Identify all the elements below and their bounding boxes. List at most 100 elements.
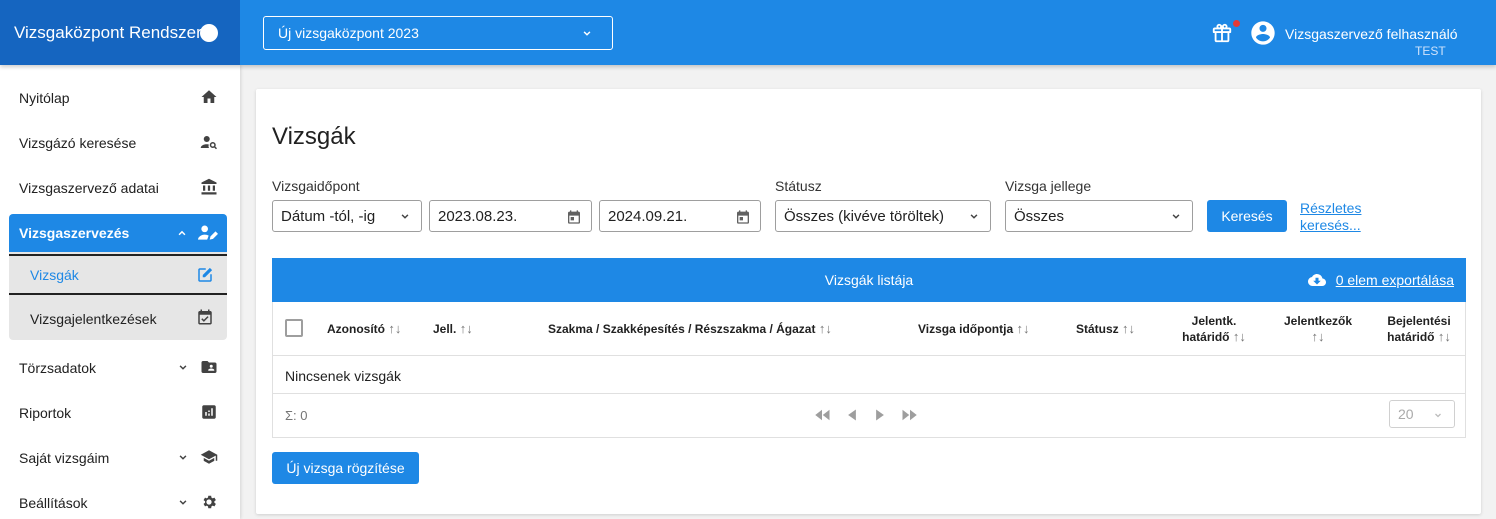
sidebar-item-organizer-data[interactable]: Vizsgaszervező adatai	[0, 165, 240, 210]
sidebar-toggle-icon[interactable]	[200, 24, 218, 42]
sidebar-item-label: Törzsadatok	[19, 359, 97, 376]
folder-person-icon	[201, 361, 217, 373]
sidebar-item-label: Riportok	[19, 404, 72, 421]
sidebar-item-candidate-search[interactable]: Vizsgázó keresése	[0, 120, 240, 165]
person-search-icon	[200, 136, 218, 150]
page-title: Vizsgák	[272, 123, 356, 150]
bank-icon	[201, 178, 217, 195]
table-footer: Σ: 0 20	[273, 394, 1465, 436]
report-icon	[202, 405, 216, 419]
sidebar-item-master-data[interactable]: Törzsadatok	[0, 345, 240, 390]
gift-icon[interactable]	[1211, 22, 1233, 44]
cloud-download-icon	[1307, 274, 1326, 286]
export-link[interactable]: 0 elem exportálása	[1306, 271, 1454, 289]
column-header-exam-date[interactable]: Vizsga időpontja ↑↓	[918, 321, 1029, 337]
home-icon	[201, 90, 217, 103]
sidebar-item-label: Vizsgaszervezés	[19, 225, 130, 241]
column-header-applicants[interactable]: Jelentkezők ↑↓	[1273, 314, 1363, 345]
edit-square-icon	[198, 267, 213, 282]
chevron-down-icon	[401, 214, 409, 219]
sidebar-item-label: Vizsgaszervező adatai	[19, 179, 159, 196]
status-filter-label: Státusz	[775, 178, 822, 194]
sort-icon: ↑↓	[818, 321, 832, 336]
exam-list-header: Vizsgák listája 0 elem exportálása	[272, 258, 1466, 302]
previous-page-icon[interactable]	[845, 408, 859, 422]
next-page-icon[interactable]	[873, 408, 887, 422]
column-header-registration-deadline[interactable]: Jelentk. határidő ↑↓	[1163, 314, 1265, 345]
exam-center-select[interactable]: Új vizsgaközpont 2023	[263, 16, 613, 50]
date-to-value: 2024.09.21.	[608, 207, 688, 225]
chevron-down-icon	[179, 365, 187, 370]
total-count: Σ: 0	[285, 408, 308, 423]
calendar-icon[interactable]	[735, 209, 751, 225]
sidebar-subitem-label: Vizsgajelentkezések	[30, 310, 157, 327]
sidebar-subitem-exams[interactable]: Vizsgák	[9, 254, 227, 295]
advanced-search-line2: keresés...	[1300, 217, 1361, 233]
date-to-field[interactable]: 2024.09.21.	[599, 200, 761, 232]
sidebar-item-label: Saját vizsgáim	[19, 449, 110, 466]
sidebar-submenu: Vizsgák Vizsgajelentkezések	[9, 252, 227, 340]
user-role: TEST	[1415, 44, 1446, 58]
empty-message: Nincsenek vizsgák	[285, 368, 401, 384]
status-select[interactable]: Összes (kivéve töröltek)	[775, 200, 991, 232]
exam-type-select[interactable]: Összes	[1005, 200, 1193, 232]
sidebar-item-exam-organization[interactable]: Vizsgaszervezés	[9, 214, 227, 252]
column-header-type[interactable]: Jell. ↑↓	[433, 321, 473, 337]
chevron-down-icon	[1435, 413, 1441, 418]
date-filter-label: Vizsgaidőpont	[272, 178, 360, 194]
sidebar-subitem-registrations[interactable]: Vizsgajelentkezések	[9, 298, 227, 339]
export-label: 0 elem exportálása	[1335, 272, 1454, 288]
top-bar: Vizsgaközpont Rendszer Új vizsgaközpont …	[0, 0, 1496, 65]
advanced-search-line1: Részletes	[1300, 200, 1362, 216]
gear-icon	[203, 495, 216, 509]
sidebar-subitem-label: Vizsgák	[30, 266, 79, 283]
exam-table: Azonosító ↑↓ Jell. ↑↓ Szakma / Szakképes…	[272, 302, 1466, 438]
sort-icon: ↑↓	[1122, 321, 1136, 336]
new-exam-button[interactable]: Új vizsga rögzítése	[272, 452, 419, 484]
exam-type-value: Összes	[1014, 207, 1065, 225]
brand[interactable]: Vizsgaközpont Rendszer	[0, 0, 240, 65]
exam-center-value: Új vizsgaközpont 2023	[278, 25, 419, 41]
chevron-down-icon	[179, 455, 187, 460]
sidebar-item-my-exams[interactable]: Saját vizsgáim	[0, 435, 240, 480]
sidebar-item-reports[interactable]: Riportok	[0, 390, 240, 435]
notification-badge	[1233, 20, 1240, 27]
chevron-down-icon	[1172, 214, 1180, 219]
page-size-value: 20	[1398, 406, 1414, 422]
account-circle-icon[interactable]	[1249, 19, 1277, 47]
chevron-down-icon	[179, 500, 187, 505]
sort-icon: ↑↓	[1437, 329, 1451, 344]
exam-type-filter-label: Vizsga jellege	[1005, 178, 1092, 194]
select-all-checkbox[interactable]	[285, 319, 303, 337]
sort-icon: ↑↓	[1311, 329, 1325, 344]
sidebar-item-home[interactable]: Nyitólap	[0, 75, 240, 120]
table-empty-row: Nincsenek vizsgák	[273, 356, 1465, 394]
first-page-icon[interactable]	[813, 408, 831, 422]
brand-title: Vizsgaközpont Rendszer	[14, 22, 202, 42]
chevron-down-icon	[583, 31, 591, 36]
date-from-field[interactable]: 2023.08.23.	[429, 200, 592, 232]
column-header-id[interactable]: Azonosító ↑↓	[327, 321, 401, 337]
chevron-up-icon	[178, 230, 186, 236]
graduation-cap-icon	[200, 450, 218, 464]
sort-icon: ↑↓	[459, 321, 473, 336]
sidebar: Nyitólap Vizsgázó keresése Vizsgaszervez…	[0, 65, 240, 519]
sort-icon: ↑↓	[388, 321, 402, 336]
advanced-search-link[interactable]: Részletes keresés...	[1300, 200, 1361, 234]
sort-icon: ↑↓	[1016, 321, 1030, 336]
last-page-icon[interactable]	[901, 408, 919, 422]
calendar-check-icon	[198, 309, 212, 325]
calendar-icon[interactable]	[566, 209, 582, 225]
page-size-select[interactable]: 20	[1389, 400, 1455, 428]
column-header-status[interactable]: Státusz ↑↓	[1076, 321, 1135, 337]
date-mode-select[interactable]: Dátum -tól, -ig	[272, 200, 422, 232]
user-name[interactable]: Vizsgaszervező felhasználó	[1285, 26, 1458, 42]
search-button[interactable]: Keresés	[1207, 200, 1287, 232]
sidebar-item-settings[interactable]: Beállítások	[0, 480, 240, 519]
pagination	[813, 408, 919, 422]
person-edit-icon	[198, 225, 218, 240]
column-header-announcement-deadline[interactable]: Bejelentési határidő ↑↓	[1377, 314, 1461, 345]
sidebar-item-label: Vizsgázó keresése	[19, 134, 137, 151]
sort-icon: ↑↓	[1232, 329, 1246, 344]
column-header-profession[interactable]: Szakma / Szakképesítés / Részszakma / Ág…	[548, 321, 832, 337]
